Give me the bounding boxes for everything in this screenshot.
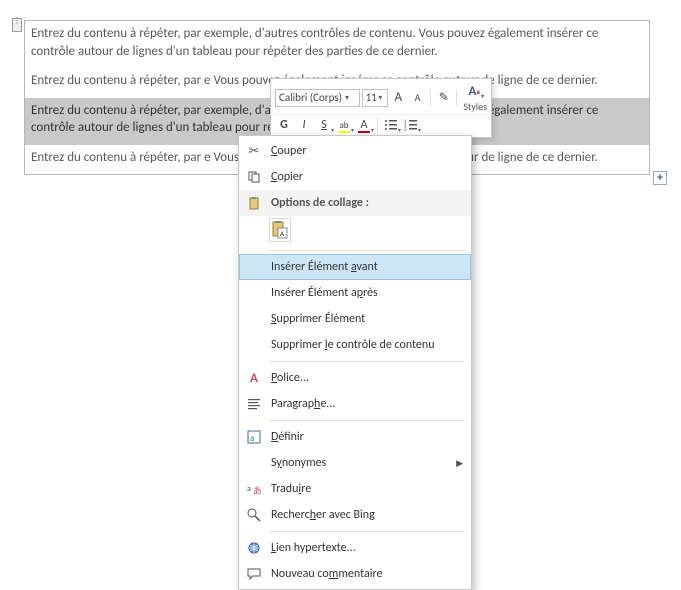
shrink-font-button[interactable]: A [409,89,426,107]
paste-options-row: A [239,216,471,247]
separator [430,90,431,106]
font-icon: A [245,369,263,387]
menu-paste-options-header: Options de collage : [239,190,471,216]
copy-icon [245,168,263,186]
menu-search-bing[interactable]: Rechercher avec Bing [239,502,471,528]
menu-copy[interactable]: Copier [239,164,471,190]
menu-synonyms[interactable]: Synonymes ▶ [239,450,471,476]
font-family-dropdown[interactable]: Calibri (Corps) ▾ [275,89,360,107]
font-size-value: 11 [366,91,377,104]
bullets-button[interactable]: ▾ [382,116,400,134]
menu-new-comment[interactable]: Nouveau commentaire [239,561,471,587]
menu-translate[interactable]: aあ Traduire [239,476,471,502]
highlight-button[interactable]: ab ▾ [335,116,353,134]
menu-hyperlink[interactable]: Lien hypertexte... [239,535,471,561]
add-item-button[interactable]: + [653,171,667,185]
mini-toolbar: Calibri (Corps) ▾ 11 ▾ A A ✎ Aa▾ Styles … [270,78,492,138]
svg-text:3: 3 [404,127,407,132]
svg-text:a: a [250,433,254,444]
separator [269,361,465,362]
italic-button[interactable]: I [295,116,313,134]
separator [269,250,465,251]
menu-delete-item[interactable]: Supprimer Élément [239,306,471,332]
font-family-value: Calibri (Corps) [279,91,342,104]
underline-button[interactable]: S▾ [315,116,333,134]
translate-icon: aあ [245,480,263,498]
context-menu: ✂ Couper Copier Options de collage : A I… [238,135,472,590]
menu-define[interactable]: a Définir [239,424,471,450]
separator [456,90,457,106]
define-icon: a [245,428,263,446]
chevron-down-icon: ▾ [342,93,352,103]
content-item-1[interactable]: Entrez du contenu à répéter, par exemple… [25,21,649,68]
separator [269,531,465,532]
content-control-handle[interactable]: ⋮⋮ [12,18,22,32]
link-icon [245,539,263,557]
styles-label: Styles [461,100,487,113]
font-color-button[interactable]: A ▾ [355,116,373,134]
grow-font-button[interactable]: A [390,89,407,107]
font-size-dropdown[interactable]: 11 ▾ [362,89,388,107]
scissors-icon: ✂ [245,142,263,160]
search-icon [245,506,263,524]
chevron-down-icon: ▾ [377,93,384,103]
paragraph-icon [245,395,263,413]
menu-delete-control[interactable]: Supprimer le contrôle de contenu [239,332,471,358]
styles-button[interactable]: Aa▾ [465,82,483,100]
menu-paragraph[interactable]: Paragraphe... [239,391,471,417]
format-painter-button[interactable]: ✎ [435,89,452,107]
menu-font[interactable]: A Police... [239,365,471,391]
separator [269,420,465,421]
menu-insert-after[interactable]: Insérer Élément après [239,280,471,306]
numbering-button[interactable]: 123 ▾ [402,116,420,134]
clipboard-icon [245,194,263,212]
separator [377,117,378,133]
bold-button[interactable]: G [275,116,293,134]
menu-cut[interactable]: ✂ Couper [239,138,471,164]
comment-icon [245,565,263,583]
menu-insert-before[interactable]: Insérer Élément avant [239,254,471,280]
svg-text:a: a [247,484,251,494]
submenu-arrow-icon: ▶ [456,458,463,469]
svg-text:あ: あ [253,486,261,496]
paste-keep-source-button[interactable]: A [269,218,291,242]
